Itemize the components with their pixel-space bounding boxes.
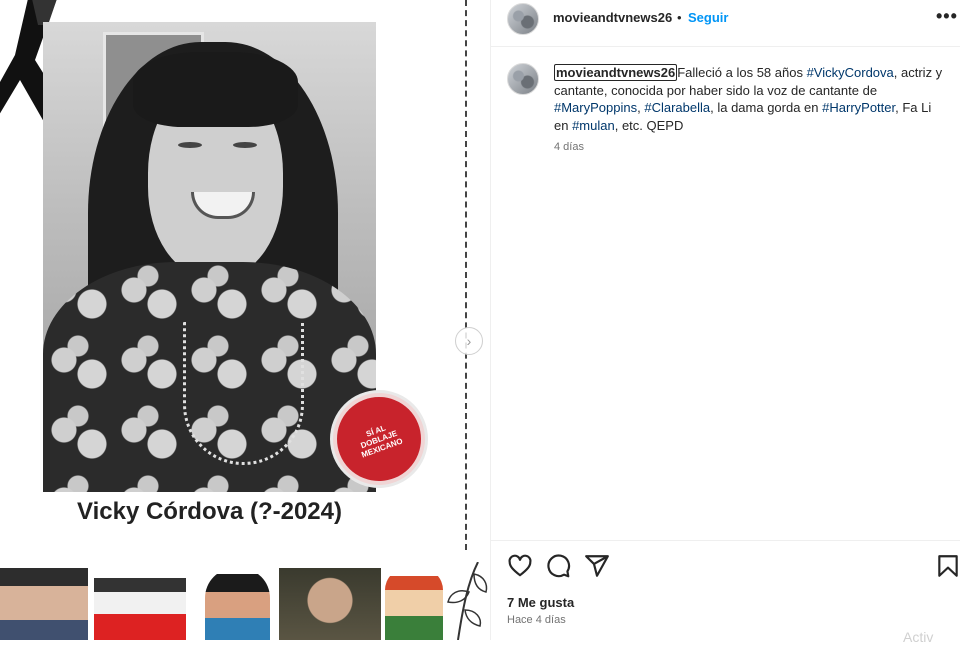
right-eye: [233, 142, 257, 148]
caption-text: movieandtvnews26 Falleció a los 58 años #…: [554, 64, 949, 134]
hashtag-harrypotter[interactable]: #HarryPotter: [822, 100, 895, 115]
more-options-icon[interactable]: •••: [936, 6, 958, 27]
character-thumbnails: [0, 568, 490, 640]
header-separator: •: [677, 10, 682, 25]
media-title: Vicky Córdova (?-2024): [77, 498, 342, 525]
bangs: [133, 52, 298, 127]
post-timestamp: Hace 4 días: [507, 614, 566, 626]
thumbnail-harry-potter: [279, 568, 381, 640]
badge-text: SÍ AL DOBLAJE MEXICANO: [359, 422, 404, 460]
caption-text-part: , etc. QEPD: [614, 117, 684, 133]
caption-text-part: , la dama gorda en: [710, 100, 823, 115]
post-sidebar: movieandtvnews26 • Seguir ••• movieandtv…: [490, 0, 960, 645]
leaf-decoration-icon: [447, 562, 488, 640]
hashtag-vickycordova[interactable]: #VickyCordova: [807, 65, 894, 80]
thumbnail-cartoon: [385, 568, 443, 640]
portrait-photo: [43, 22, 376, 492]
thumbnail-clarabella: [94, 568, 186, 640]
hashtag-mulan[interactable]: #mulan: [572, 118, 615, 133]
post-media[interactable]: SÍ AL DOBLAJE MEXICANO Vicky Córdova (?-…: [0, 0, 490, 640]
thumbnail-mulan: [205, 568, 270, 640]
action-bar: 7 Me gusta Hace 4 días Activ: [491, 540, 960, 645]
follow-button[interactable]: Seguir: [688, 10, 728, 25]
left-eye: [178, 142, 202, 148]
hashtag-marypoppins[interactable]: #MaryPoppins: [554, 100, 637, 115]
hashtag-clarabella[interactable]: #Clarabella: [644, 100, 710, 115]
like-count[interactable]: 7 Me gusta: [507, 595, 574, 610]
comment-timestamp: 4 días: [554, 141, 584, 153]
heart-icon[interactable]: [507, 553, 533, 579]
dubbing-badge-logo: SÍ AL DOBLAJE MEXICANO: [333, 393, 425, 485]
chevron-right-icon[interactable]: ›: [455, 327, 483, 355]
post-header: movieandtvnews26 • Seguir •••: [491, 0, 960, 47]
avatar[interactable]: [507, 3, 539, 35]
comment-username[interactable]: movieandtvnews26: [554, 64, 678, 81]
thumbnail-mary-poppins: [0, 568, 88, 640]
header-username[interactable]: movieandtvnews26: [553, 10, 672, 25]
dashed-divider: [465, 0, 467, 550]
caption-text-part: Falleció a los 58 años: [677, 65, 807, 80]
activation-watermark: Activ: [903, 629, 934, 645]
pearl-necklace: [183, 322, 304, 465]
comment-icon[interactable]: [545, 553, 571, 579]
share-icon[interactable]: [584, 553, 610, 579]
comment-avatar[interactable]: [507, 63, 539, 95]
bookmark-icon[interactable]: [935, 553, 960, 579]
